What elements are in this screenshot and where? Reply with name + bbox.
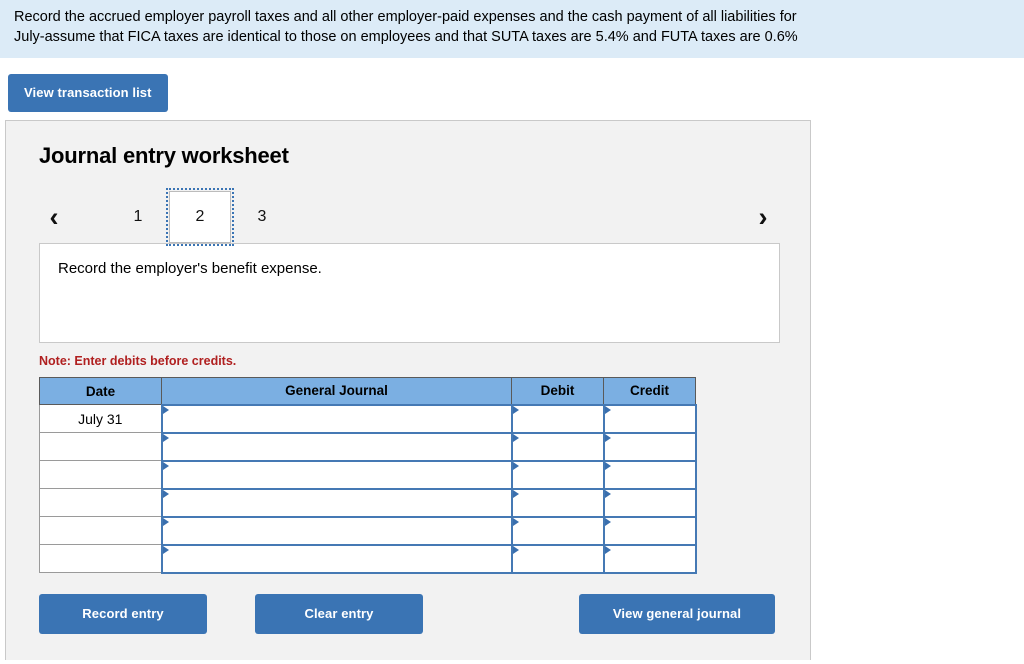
view-transaction-list-button[interactable]: View transaction list [8,74,168,112]
cell-account-4[interactable] [160,487,513,518]
instruction-banner: Record the accrued employer payroll taxe… [0,0,1024,58]
worksheet-actions: Record entry Clear entry View general jo… [39,593,780,634]
cell-account-3[interactable] [160,459,513,490]
table-row [39,487,697,518]
cell-date-3[interactable] [39,460,162,489]
pager-page-list: 1 2 3 [107,188,293,246]
page-title: Journal entry worksheet [39,143,289,168]
cell-credit-2[interactable] [602,431,697,462]
table-row [39,431,697,462]
cell-debit-6[interactable] [510,543,605,574]
toolbar: View transaction list [0,58,1024,120]
cell-credit-3[interactable] [602,459,697,490]
column-header-general-journal: General Journal [161,377,512,405]
cell-account-6[interactable] [160,543,513,574]
table-row [39,515,697,546]
pager-page-1[interactable]: 1 [107,191,169,243]
cell-debit-2[interactable] [510,431,605,462]
cell-debit-5[interactable] [510,515,605,546]
column-header-date: Date [39,377,162,405]
cell-debit-1[interactable] [510,403,605,434]
cell-debit-4[interactable] [510,487,605,518]
pager-page-3[interactable]: 3 [231,191,293,243]
column-header-credit: Credit [603,377,696,405]
pager-page-2[interactable]: 2 [166,188,234,246]
cell-account-1[interactable] [160,403,513,434]
cell-date-6[interactable] [39,544,162,573]
cell-date-1[interactable]: July 31 [39,404,162,433]
cell-credit-6[interactable] [602,543,697,574]
chevron-right-icon[interactable]: › [748,203,778,231]
column-header-debit: Debit [511,377,604,405]
cell-debit-3[interactable] [510,459,605,490]
table-row [39,459,697,490]
debits-before-credits-note: Note: Enter debits before credits. [39,354,237,368]
instruction-line-1: Record the accrued employer payroll taxe… [14,9,797,25]
journal-entry-table: Date General Journal Debit Credit July 3… [39,377,697,574]
record-entry-button[interactable]: Record entry [39,593,207,634]
worksheet-pager: ‹ 1 2 3 › [39,188,780,246]
cell-date-4[interactable] [39,488,162,517]
table-row [39,543,697,574]
cell-credit-1[interactable] [602,403,697,434]
cell-credit-5[interactable] [602,515,697,546]
table-header-row: Date General Journal Debit Credit [39,377,696,405]
view-general-journal-button[interactable]: View general journal [579,593,775,634]
journal-entry-panel: Journal entry worksheet ‹ 1 2 3 › Record… [5,120,811,660]
transaction-description-text: Record the employer's benefit expense. [58,260,322,277]
clear-entry-button[interactable]: Clear entry [255,593,423,634]
cell-account-2[interactable] [160,431,513,462]
transaction-description-box: Record the employer's benefit expense. [39,243,780,343]
cell-date-2[interactable] [39,432,162,461]
table-row: July 31 [39,403,697,434]
instruction-line-2: July-assume that FICA taxes are identica… [14,29,798,45]
chevron-left-icon[interactable]: ‹ [39,203,69,231]
cell-credit-4[interactable] [602,487,697,518]
cell-account-5[interactable] [160,515,513,546]
cell-date-5[interactable] [39,516,162,545]
